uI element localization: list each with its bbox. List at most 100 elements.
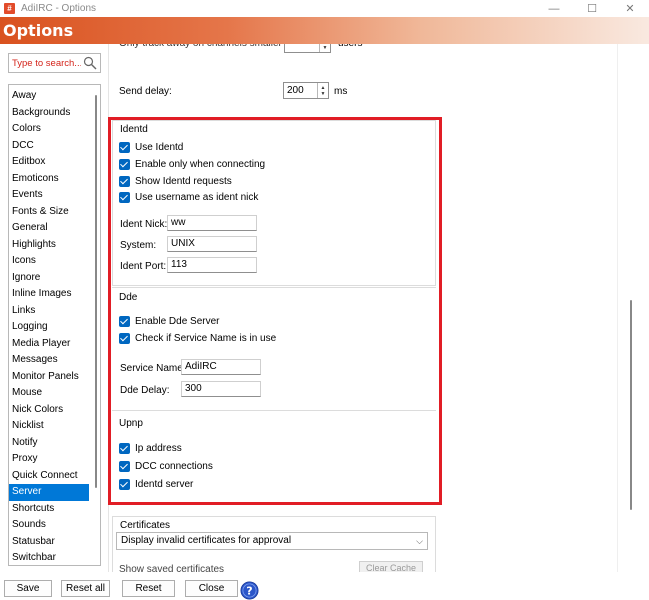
sidebar-item-dcc[interactable]: DCC (9, 138, 89, 155)
checkbox-checked-icon (119, 192, 130, 203)
system-input[interactable]: UNIX (167, 236, 257, 252)
reset-all-button[interactable]: Reset all (61, 580, 110, 597)
sidebar-item-icons[interactable]: Icons (9, 253, 89, 270)
sidebar-item-server[interactable]: Server (9, 484, 89, 501)
sidebar-item-monitor-panels[interactable]: Monitor Panels (9, 369, 89, 386)
checkbox-label: DCC connections (135, 461, 213, 472)
checkbox-label: Ip address (135, 443, 182, 454)
dcc-connections-checkbox[interactable]: DCC connections (119, 461, 213, 472)
chevron-down-icon: ⌵ (416, 536, 423, 546)
checkbox-label: Use Identd (135, 142, 184, 153)
sidebar-scrollbar[interactable] (89, 85, 100, 565)
sidebar-item-statusbar[interactable]: Statusbar (9, 534, 89, 551)
sidebar-item-shortcuts[interactable]: Shortcuts (9, 501, 89, 518)
identd-group-title: Identd (120, 124, 148, 135)
sidebar-item-emoticons[interactable]: Emoticons (9, 171, 89, 188)
sidebar-item-backgrounds[interactable]: Backgrounds (9, 105, 89, 122)
sidebar-scrollbar-thumb[interactable] (95, 95, 97, 488)
sidebar-item-nicklist[interactable]: Nicklist (9, 418, 89, 435)
show-identd-requests-checkbox[interactable]: Show Identd requests (119, 176, 232, 187)
checkbox-label: Enable only when connecting (135, 159, 266, 170)
ident-nick-label: Ident Nick: (120, 219, 168, 230)
search-input[interactable] (9, 54, 81, 72)
invalid-certificates-select[interactable]: Display invalid certificates for approva… (116, 532, 428, 550)
use-identd-checkbox[interactable]: Use Identd (119, 142, 183, 153)
sidebar-item-highlights[interactable]: Highlights (9, 237, 89, 254)
save-button[interactable]: Save (4, 580, 52, 597)
checkbox-label: Enable Dde Server (135, 316, 220, 327)
send-delay-value: 200 (287, 85, 304, 96)
sidebar-item-switchbar[interactable]: Switchbar (9, 550, 89, 565)
checkbox-checked-icon (119, 443, 130, 454)
service-name-label: Service Name: (120, 363, 186, 374)
sidebar-item-events[interactable]: Events (9, 187, 89, 204)
select-value: Display invalid certificates for approva… (121, 535, 292, 546)
system-label: System: (120, 240, 157, 251)
close-window-button[interactable]: ✕ (611, 0, 649, 17)
settings-scrollbar-thumb[interactable] (630, 300, 632, 510)
ident-port-label: Ident Port: (120, 261, 167, 272)
ip-address-checkbox[interactable]: Ip address (119, 443, 182, 454)
sidebar-item-nick-colors[interactable]: Nick Colors (9, 402, 89, 419)
sidebar-item-editbox[interactable]: Editbox (9, 154, 89, 171)
maximize-button[interactable]: ☐ (573, 0, 611, 17)
options-header-overlay: Options (0, 17, 649, 44)
dde-delay-input[interactable]: 300 (181, 381, 261, 397)
identd-server-checkbox[interactable]: Identd server (119, 479, 193, 490)
service-name-input[interactable]: AdiIRC (181, 359, 261, 375)
reset-button[interactable]: Reset (122, 580, 175, 597)
sidebar-item-fonts-size[interactable]: Fonts & Size (9, 204, 89, 221)
checkbox-checked-icon (119, 142, 130, 153)
send-delay-unit: ms (334, 86, 348, 97)
sidebar-item-inline-images[interactable]: Inline Images (9, 286, 89, 303)
sidebar-item-sounds[interactable]: Sounds (9, 517, 89, 534)
sidebar-item-colors[interactable]: Colors (9, 121, 89, 138)
bottom-button-bar: Save Reset all Reset Close (0, 572, 649, 600)
ident-nick-input[interactable]: ww (167, 215, 257, 231)
certificates-group-title: Certificates (120, 520, 171, 531)
sidebar-item-links[interactable]: Links (9, 303, 89, 320)
sidebar-item-ignore[interactable]: Ignore (9, 270, 89, 287)
search-icon[interactable] (83, 56, 97, 70)
checkbox-label: Check if Service Name is in use (135, 333, 277, 344)
options-category-list: Away Backgrounds Colors DCC Editbox Emoticons… (8, 84, 101, 566)
sidebar-item-general[interactable]: General (9, 220, 89, 237)
window-title: AdiIRC - Options (21, 3, 97, 14)
minimize-button[interactable]: — (535, 0, 573, 17)
enable-only-connecting-checkbox[interactable]: Enable only when connecting (119, 159, 265, 170)
send-delay-label: Send delay: (119, 86, 172, 97)
checkbox-label: Use username as ident nick (135, 192, 259, 203)
checkbox-label: Identd server (135, 479, 194, 490)
close-button[interactable]: Close (185, 580, 238, 597)
dde-group-title: Dde (119, 292, 138, 303)
upnp-group-title: Upnp (119, 418, 143, 429)
sidebar-item-mouse[interactable]: Mouse (9, 385, 89, 402)
send-delay-arrows[interactable]: ▲ ▼ (317, 83, 328, 98)
checkbox-checked-icon (119, 176, 130, 187)
help-icon[interactable]: ? (240, 581, 259, 600)
check-service-name-checkbox[interactable]: Check if Service Name is in use (119, 333, 276, 344)
checkbox-label: Show Identd requests (135, 176, 232, 187)
sidebar-item-notify[interactable]: Notify (9, 435, 89, 452)
app-icon: # (4, 3, 15, 14)
page-title-overlay: Options (3, 21, 74, 40)
sidebar-item-proxy[interactable]: Proxy (9, 451, 89, 468)
sidebar-item-logging[interactable]: Logging (9, 319, 89, 336)
ident-port-input[interactable]: 113 (167, 257, 257, 273)
send-delay-spinner[interactable]: 200 ▲ ▼ (283, 82, 329, 99)
checkbox-checked-icon (119, 159, 130, 170)
dde-separator (112, 287, 436, 288)
search-box (8, 53, 101, 73)
checkbox-checked-icon (119, 461, 130, 472)
username-as-ident-checkbox[interactable]: Use username as ident nick (119, 192, 258, 203)
sidebar-item-media-player[interactable]: Media Player (9, 336, 89, 353)
enable-dde-server-checkbox[interactable]: Enable Dde Server (119, 316, 220, 327)
sidebar-item-away[interactable]: Away (9, 88, 89, 105)
upnp-separator (112, 410, 436, 411)
sidebar-item-quick-connect[interactable]: Quick Connect (9, 468, 89, 485)
checkbox-checked-icon (119, 479, 130, 490)
checkbox-checked-icon (119, 316, 130, 327)
checkbox-checked-icon (119, 333, 130, 344)
window-titlebar: # AdiIRC - Options — ☐ ✕ (0, 0, 649, 17)
sidebar-item-messages[interactable]: Messages (9, 352, 89, 369)
